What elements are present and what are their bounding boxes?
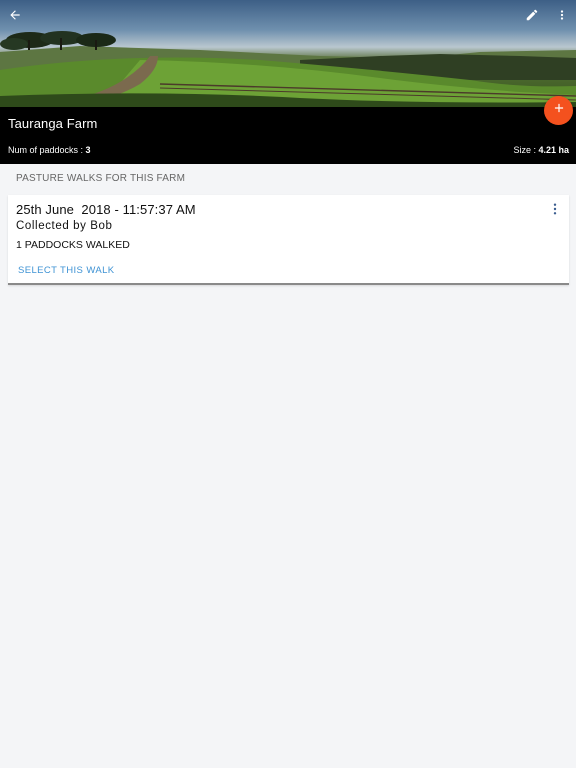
edit-farm-button[interactable]	[521, 4, 543, 26]
add-walk-button[interactable]	[544, 96, 573, 125]
farm-name: Tauranga Farm	[8, 116, 98, 131]
walk-paddocks-count: 1 PADDOCKS WALKED	[16, 239, 130, 251]
walk-menu-button[interactable]	[551, 202, 559, 220]
more-vert-icon	[552, 202, 558, 220]
walk-collector: Collected by Bob	[16, 220, 113, 232]
farm-size-label: Size :	[513, 145, 539, 155]
more-vert-icon	[556, 8, 568, 22]
paddock-count-label: Num of paddocks :	[8, 145, 86, 155]
more-options-button[interactable]	[551, 4, 573, 26]
walk-card: 25th June 2018 - 11:57:37 AM Collected b…	[8, 195, 569, 285]
walk-date: 25th June 2018 - 11:57:37 AM	[16, 202, 196, 217]
paddock-count: Num of paddocks : 3	[8, 145, 91, 155]
paddock-count-value: 3	[85, 145, 91, 155]
farm-info-bar: Tauranga Farm Num of paddocks : 3 Size :…	[0, 107, 576, 164]
farm-size: Size : 4.21 ha	[513, 145, 569, 155]
select-walk-button[interactable]: SELECT THIS WALK	[18, 265, 115, 276]
arrow-left-icon	[8, 8, 22, 22]
section-title: PASTURE WALKS FOR THIS FARM	[16, 173, 186, 184]
farm-header-image	[0, 0, 576, 107]
farm-size-value: 4.21 ha	[538, 145, 569, 155]
landscape-image	[0, 31, 576, 107]
app-root: Tauranga Farm Num of paddocks : 3 Size :…	[0, 0, 576, 768]
plus-icon	[552, 101, 566, 120]
back-button[interactable]	[4, 4, 26, 26]
pencil-icon	[525, 8, 539, 22]
